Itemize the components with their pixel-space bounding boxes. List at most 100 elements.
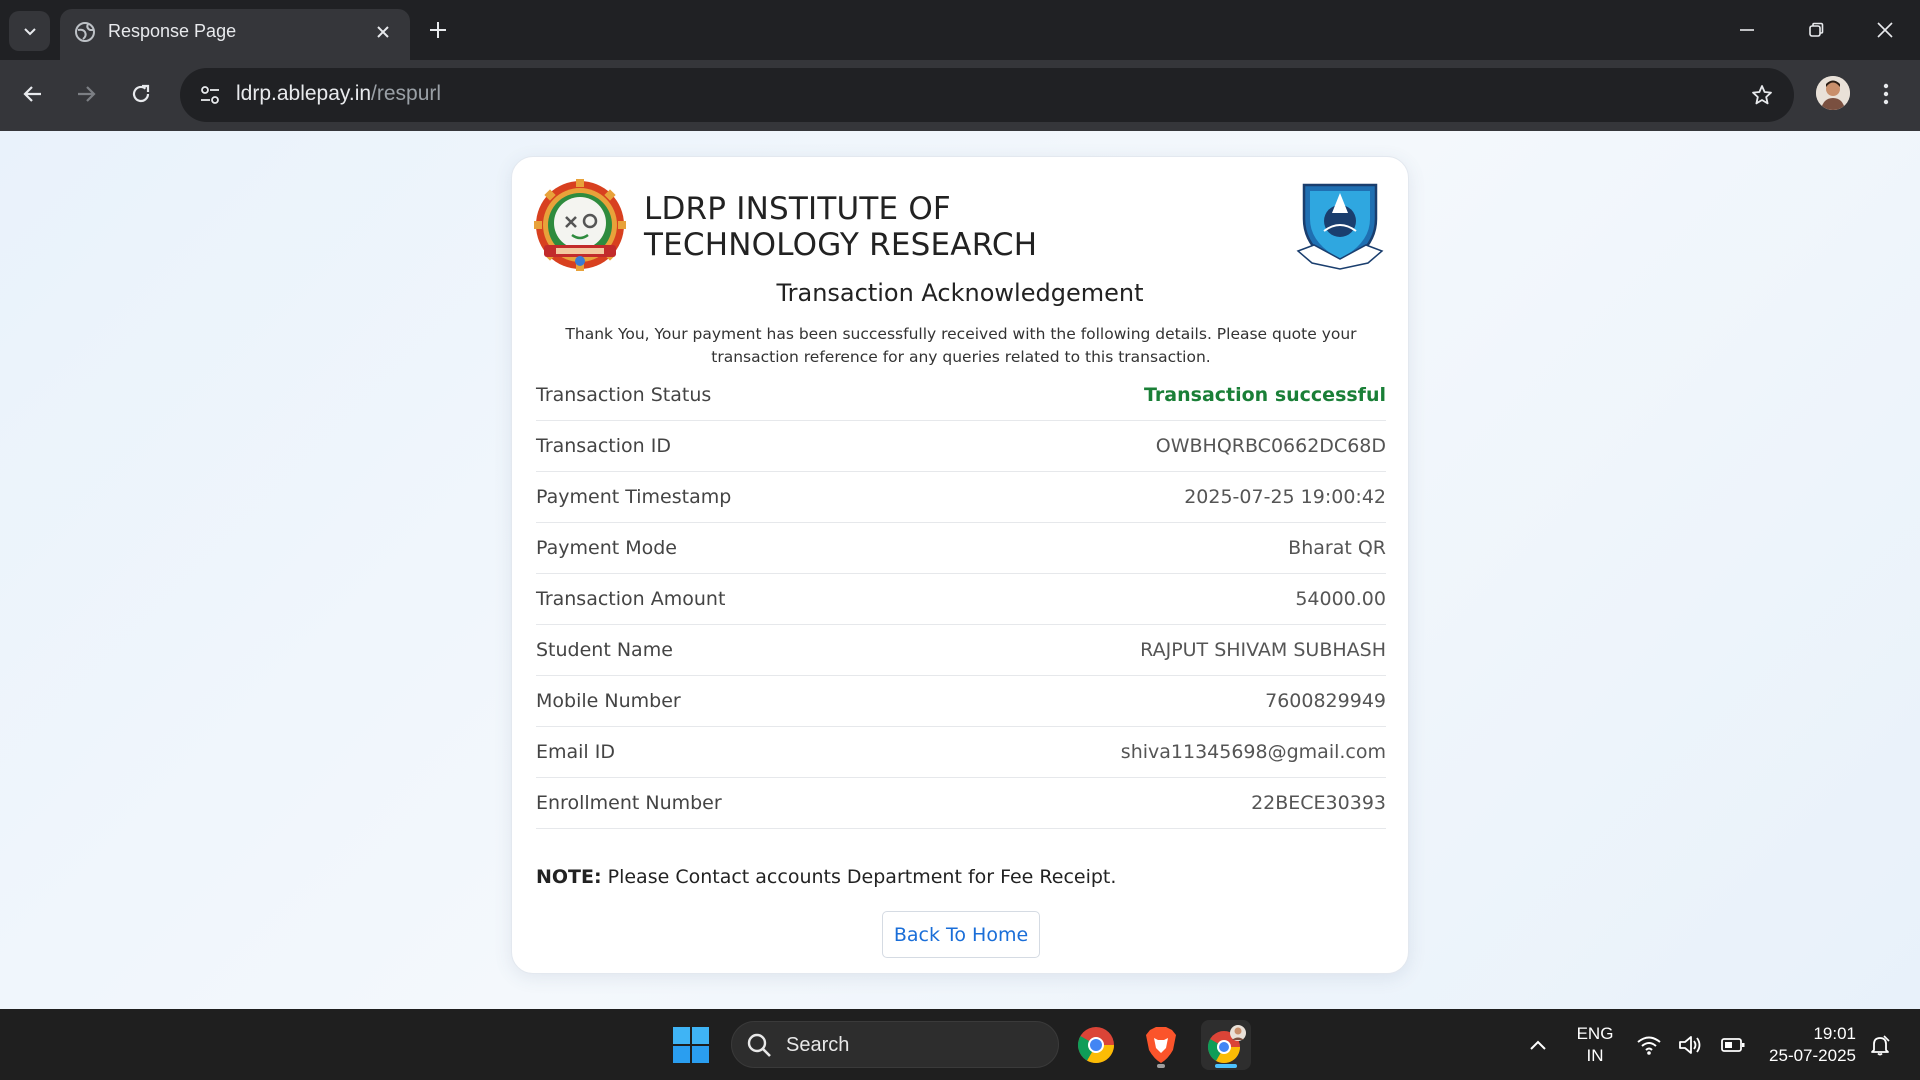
detail-row-payment-mode: Payment Mode Bharat QR xyxy=(536,523,1386,574)
show-hidden-icons-button[interactable] xyxy=(1524,1031,1552,1059)
chevron-down-icon xyxy=(23,28,36,36)
tab-strip: Response Page xyxy=(0,0,1920,60)
reload-button[interactable] xyxy=(121,74,161,114)
app-active-indicator xyxy=(1215,1064,1237,1068)
transaction-details: Transaction Status Transaction successfu… xyxy=(536,370,1386,829)
taskbar: Search ENG IN 19:01 25-07-2025 xyxy=(0,1009,1920,1080)
taskbar-brave-app[interactable] xyxy=(1136,1020,1186,1070)
detail-value: 54000.00 xyxy=(1295,588,1386,610)
notification-center-button[interactable] xyxy=(1866,1031,1894,1059)
system-clock[interactable]: 19:01 25-07-2025 xyxy=(1756,1023,1856,1067)
url-path: /respurl xyxy=(371,82,442,105)
clock-date: 25-07-2025 xyxy=(1769,1046,1856,1065)
app-running-indicator xyxy=(1157,1064,1165,1068)
acknowledgement-card: LDRP INSTITUTE OF TECHNOLOGY RESEARCH Tr… xyxy=(511,156,1409,974)
detail-label: Payment Mode xyxy=(536,537,677,559)
reload-icon xyxy=(132,84,150,103)
site-info-button[interactable] xyxy=(192,77,228,113)
tune-icon xyxy=(201,86,219,104)
wifi-icon xyxy=(1637,1036,1661,1055)
tab-close-button[interactable] xyxy=(370,19,396,45)
close-icon xyxy=(377,26,389,38)
chevron-up-icon xyxy=(1530,1040,1546,1050)
back-to-home-button[interactable]: Back To Home xyxy=(882,911,1040,958)
arrow-left-icon xyxy=(23,86,41,102)
detail-value: 22BECE30393 xyxy=(1251,792,1386,814)
brave-icon xyxy=(1146,1027,1176,1063)
profile-avatar[interactable] xyxy=(1816,76,1850,110)
close-window-button[interactable] xyxy=(1862,8,1908,52)
tab-search-button[interactable] xyxy=(9,11,50,51)
avatar-icon xyxy=(1816,76,1850,110)
volume-icon xyxy=(1679,1036,1701,1054)
ksv-logo xyxy=(1296,183,1384,270)
detail-value: Bharat QR xyxy=(1288,537,1386,559)
detail-row-transaction-amount: Transaction Amount 54000.00 xyxy=(536,574,1386,625)
globe-icon xyxy=(75,22,95,42)
tab-title: Response Page xyxy=(108,21,237,41)
fee-receipt-note: NOTE: Please Contact accounts Department… xyxy=(536,866,1116,888)
lang-region: IN xyxy=(1586,1046,1604,1065)
detail-row-payment-timestamp: Payment Timestamp 2025-07-25 19:00:42 xyxy=(536,472,1386,523)
detail-label: Transaction Amount xyxy=(536,588,726,610)
detail-value: RAJPUT SHIVAM SUBHASH xyxy=(1140,639,1386,661)
detail-value: 2025-07-25 19:00:42 xyxy=(1184,486,1386,508)
detail-label: Transaction Status xyxy=(536,384,712,406)
battery-icon xyxy=(1721,1038,1745,1052)
status-value: Transaction successful xyxy=(1144,384,1386,406)
taskbar-search-label: Search xyxy=(786,1034,850,1056)
url-host: ldrp.ablepay.in xyxy=(236,82,372,105)
page-viewport: LDRP INSTITUTE OF TECHNOLOGY RESEARCH Tr… xyxy=(0,131,1920,1009)
new-tab-button[interactable] xyxy=(422,14,454,46)
detail-row-enrollment-number: Enrollment Number 22BECE30393 xyxy=(536,778,1386,829)
ldrp-logo xyxy=(534,179,626,271)
search-icon xyxy=(747,1033,771,1057)
back-button[interactable] xyxy=(13,74,53,114)
acknowledgement-description: Thank You, Your payment has been success… xyxy=(565,325,1357,366)
detail-row-transaction-status: Transaction Status Transaction successfu… xyxy=(536,370,1386,421)
restore-icon xyxy=(1809,22,1824,37)
system-tray-quick-settings[interactable] xyxy=(1636,1029,1746,1061)
institute-name: LDRP INSTITUTE OF TECHNOLOGY RESEARCH xyxy=(644,191,1038,263)
detail-row-student-name: Student Name RAJPUT SHIVAM SUBHASH xyxy=(536,625,1386,676)
detail-label: Enrollment Number xyxy=(536,792,722,814)
detail-row-email-id: Email ID shiva11345698@gmail.com xyxy=(536,727,1386,778)
address-bar[interactable]: ldrp.ablepay.in/respurl xyxy=(180,68,1794,122)
windows-start-icon[interactable] xyxy=(672,1026,710,1064)
active-tab[interactable]: Response Page xyxy=(60,9,410,60)
taskbar-chrome-profile-app[interactable] xyxy=(1201,1020,1251,1070)
notification-bell-icon xyxy=(1871,1035,1890,1056)
clock-time: 19:01 xyxy=(1813,1024,1856,1043)
restore-button[interactable] xyxy=(1793,8,1839,52)
detail-label: Payment Timestamp xyxy=(536,486,732,508)
acknowledgement-heading: Transaction Acknowledgement xyxy=(776,279,1144,307)
detail-label: Mobile Number xyxy=(536,690,681,712)
star-icon xyxy=(1752,85,1772,105)
detail-row-mobile-number: Mobile Number 7600829949 xyxy=(536,676,1386,727)
detail-label: Student Name xyxy=(536,639,673,661)
chrome-profile-icon xyxy=(1207,1025,1246,1064)
input-language-indicator[interactable]: ENG IN xyxy=(1570,1023,1620,1067)
minimize-icon xyxy=(1740,29,1754,31)
close-icon xyxy=(1877,22,1893,38)
forward-button[interactable] xyxy=(66,74,106,114)
browser-menu-button[interactable] xyxy=(1868,76,1904,112)
detail-label: Transaction ID xyxy=(536,435,671,457)
url-text: ldrp.ablepay.in/respurl xyxy=(236,82,441,106)
detail-row-transaction-id: Transaction ID OWBHQRBC0662DC68D xyxy=(536,421,1386,472)
browser-toolbar: ldrp.ablepay.in/respurl xyxy=(0,60,1920,131)
detail-value: shiva11345698@gmail.com xyxy=(1120,741,1386,763)
detail-value: 7600829949 xyxy=(1265,690,1386,712)
bookmark-button[interactable] xyxy=(1744,77,1780,113)
plus-icon xyxy=(430,22,446,38)
lang-code: ENG xyxy=(1576,1024,1614,1043)
taskbar-chrome-app[interactable] xyxy=(1071,1020,1121,1070)
detail-value: OWBHQRBC0662DC68D xyxy=(1155,435,1386,457)
minimize-button[interactable] xyxy=(1724,8,1770,52)
note-label: NOTE: xyxy=(536,866,602,888)
arrow-right-icon xyxy=(78,86,96,102)
more-vertical-icon xyxy=(1883,83,1889,105)
taskbar-search[interactable]: Search xyxy=(731,1021,1059,1068)
note-text: Please Contact accounts Department for F… xyxy=(601,866,1117,888)
detail-label: Email ID xyxy=(536,741,615,763)
